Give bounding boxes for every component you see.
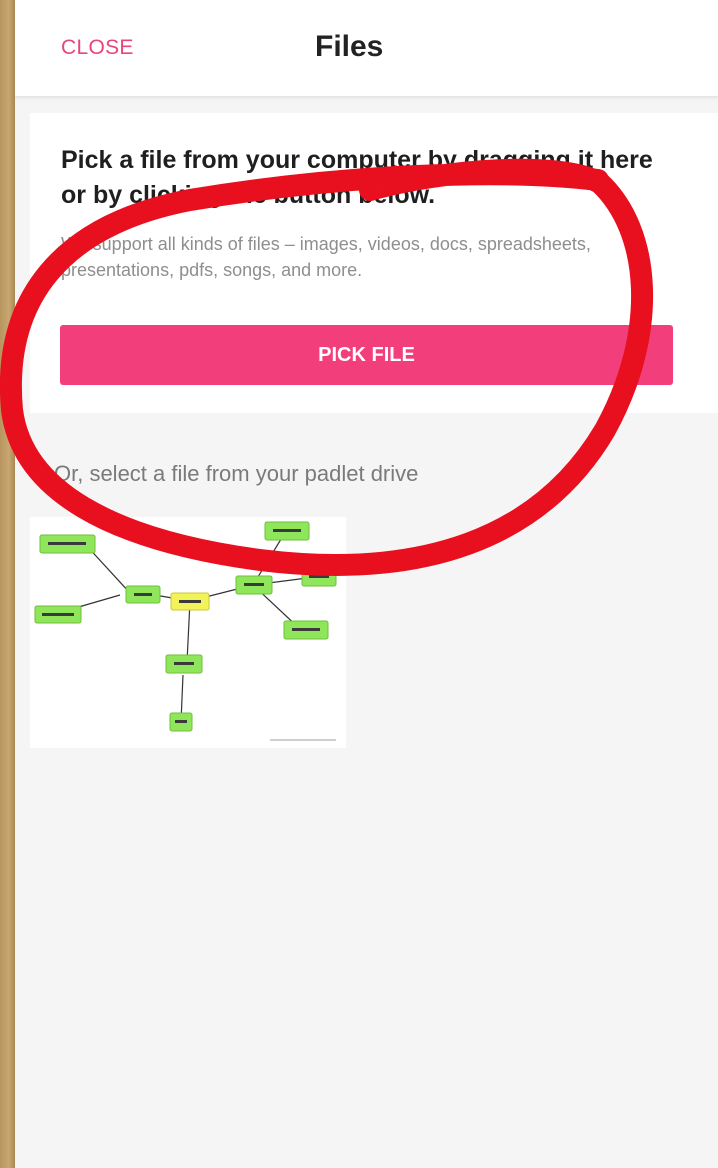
upload-heading: Pick a file from your computer by draggi…	[61, 146, 653, 209]
page-title: Files	[315, 30, 384, 63]
panel-header: CLOSE Files	[15, 0, 718, 97]
files-panel: CLOSE Files Pick a file from your comput…	[15, 0, 718, 1168]
background-edge	[0, 0, 15, 1168]
drive-file-thumbnail[interactable]	[30, 517, 346, 748]
drive-prompt: Or, select a file from your padlet drive	[54, 461, 419, 486]
mind-map-image	[34, 521, 337, 741]
upload-subtext: We support all kinds of files – images, …	[61, 234, 591, 280]
upload-card[interactable]: Pick a file from your computer by draggi…	[30, 113, 718, 413]
pick-file-button[interactable]: PICK FILE	[60, 325, 673, 385]
close-button[interactable]: CLOSE	[61, 36, 134, 60]
